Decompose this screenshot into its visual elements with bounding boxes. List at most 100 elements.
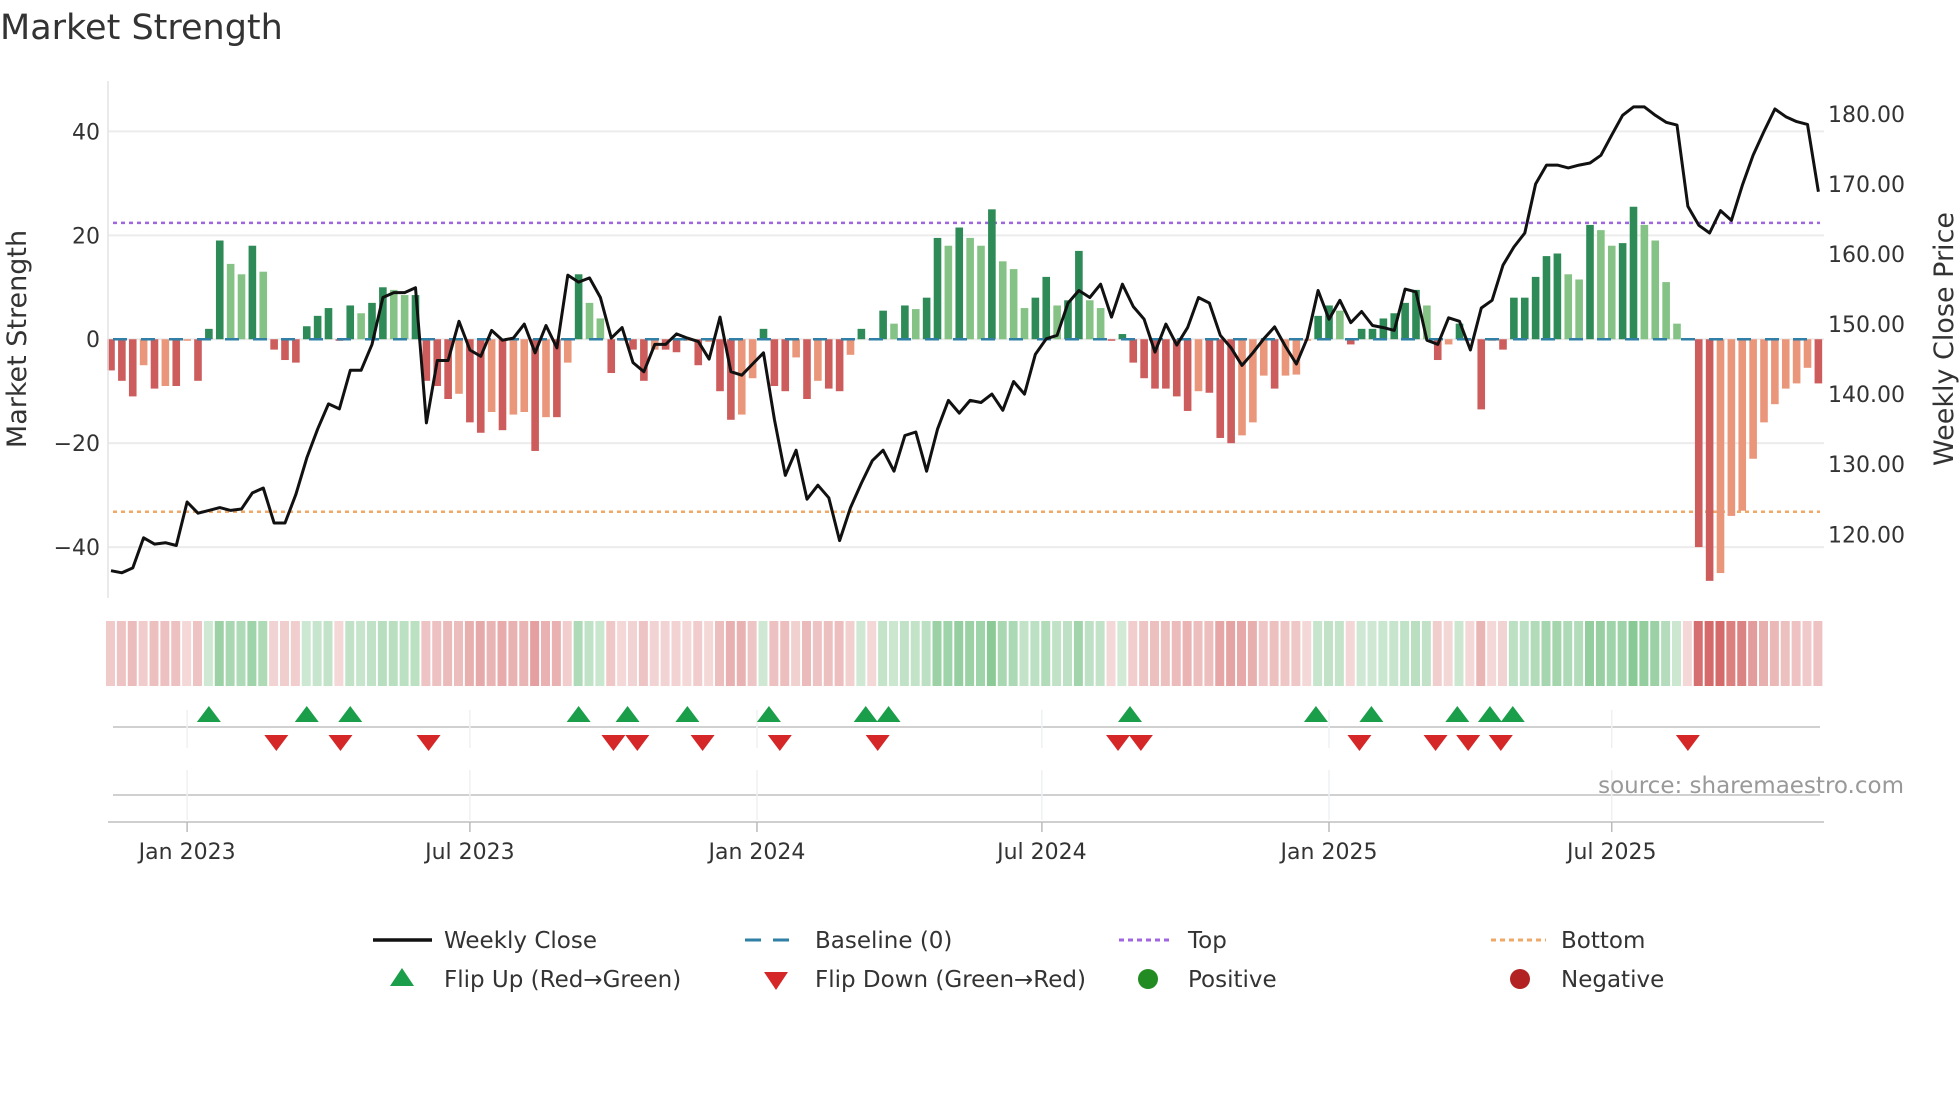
legend-negative: Negative	[1561, 967, 1664, 993]
heat-cell	[1204, 621, 1214, 686]
heat-cell	[1693, 621, 1703, 686]
strength-bar	[215, 240, 224, 340]
strength-bar	[759, 328, 768, 340]
flip-down-marker	[1675, 735, 1700, 751]
legend-weekly-close: Weekly Close	[444, 928, 597, 954]
heat-cell	[660, 621, 670, 686]
strength-bar	[1499, 339, 1507, 350]
flip-up-marker	[675, 706, 700, 722]
legend-negative-icon	[1510, 969, 1530, 989]
heat-cell	[649, 621, 659, 686]
heat-cell	[1150, 621, 1159, 686]
strength-bar	[803, 339, 811, 399]
heat-cell	[791, 621, 801, 686]
heat-cell	[149, 621, 159, 686]
heat-cell	[290, 621, 300, 686]
heat-cell	[258, 621, 268, 686]
heat-cell	[715, 621, 724, 686]
heat-cell	[965, 621, 975, 686]
strength-bar	[1771, 339, 1779, 405]
y2-tick-label: 150.00	[1828, 313, 1905, 338]
flip-up-marker	[338, 706, 363, 722]
legend-bottom: Bottom	[1561, 928, 1645, 954]
y-tick-label: 20	[72, 224, 100, 249]
heat-cell	[1171, 621, 1181, 686]
heat-cell	[1769, 621, 1779, 686]
heat-cell	[693, 621, 703, 686]
strength-bar	[1575, 279, 1583, 340]
strength-bar	[226, 263, 235, 340]
heat-cell	[573, 621, 583, 686]
heat-cell	[1682, 621, 1692, 686]
flip-down-marker	[1347, 735, 1372, 751]
strength-bar	[1183, 339, 1192, 411]
heat-cell	[932, 621, 942, 686]
strength-bar	[455, 339, 463, 394]
strength-bar	[1542, 256, 1551, 340]
flip-up-marker	[1445, 706, 1470, 722]
strength-bar	[737, 339, 746, 415]
strength-bar	[1640, 224, 1649, 340]
heat-cell	[1378, 621, 1388, 686]
heat-cell	[1704, 621, 1714, 686]
heat-cell	[1063, 621, 1072, 686]
strength-bar	[1368, 328, 1377, 340]
heat-cell	[1302, 621, 1312, 686]
strength-bar	[259, 271, 268, 340]
heat-cell	[899, 621, 909, 686]
y-tick-label: −40	[54, 536, 100, 561]
heat-cell	[878, 621, 888, 686]
y-tick-label: 0	[86, 328, 100, 353]
heat-cell	[1628, 621, 1638, 686]
heat-cell	[1661, 621, 1671, 686]
strength-bar	[716, 339, 724, 392]
heat-cell	[976, 621, 985, 686]
heat-cell	[269, 621, 279, 686]
strength-bar	[237, 274, 246, 340]
chart-title: Market Strength	[0, 8, 283, 48]
flip-up-marker	[1303, 706, 1328, 722]
strength-bar	[1629, 206, 1638, 340]
heat-cell	[312, 621, 322, 686]
heat-cell	[671, 621, 681, 686]
flip-up-marker	[196, 706, 221, 722]
strength-bar	[1270, 339, 1279, 389]
heat-cell	[1432, 621, 1442, 686]
strength-bar	[1085, 300, 1094, 340]
heat-cell	[725, 621, 735, 686]
heat-cell	[1498, 621, 1507, 686]
strength-bar	[1618, 243, 1627, 340]
heat-cell	[1606, 621, 1616, 686]
strength-bar	[922, 297, 931, 340]
y-tick-label: −20	[54, 432, 100, 457]
flip-markers: Jan 2023 Jul 2023 Jan 2024 Jul 2024 Jan 2025…	[108, 706, 1824, 865]
heat-cell	[1802, 621, 1812, 686]
strength-bar	[1716, 339, 1725, 574]
heat-cell	[225, 621, 235, 686]
strength-bar	[389, 289, 398, 340]
heat-cell	[1552, 621, 1562, 686]
heat-cell	[1139, 621, 1149, 686]
strength-bar	[509, 339, 518, 415]
heat-cell	[1443, 621, 1453, 686]
heat-cell	[388, 621, 398, 686]
heat-cell	[1574, 621, 1584, 686]
heat-cell	[334, 621, 344, 686]
y-axis-title: Market Strength	[2, 230, 33, 448]
strength-bar	[911, 309, 920, 340]
heat-cell	[410, 621, 420, 686]
heat-cell	[1780, 621, 1790, 686]
strength-bar	[770, 339, 779, 387]
strength-bar	[1738, 339, 1747, 511]
strength-bar	[520, 339, 529, 412]
heat-cell	[160, 621, 170, 686]
heat-cell	[497, 621, 507, 686]
flip-down-marker	[264, 735, 289, 751]
strength-bar	[248, 245, 257, 340]
heat-cell	[1291, 621, 1301, 686]
heat-cell	[1019, 621, 1029, 686]
strength-bar	[1042, 276, 1051, 340]
heat-cell	[1030, 621, 1040, 686]
heat-cell	[812, 621, 822, 686]
heat-cell	[1759, 621, 1768, 686]
